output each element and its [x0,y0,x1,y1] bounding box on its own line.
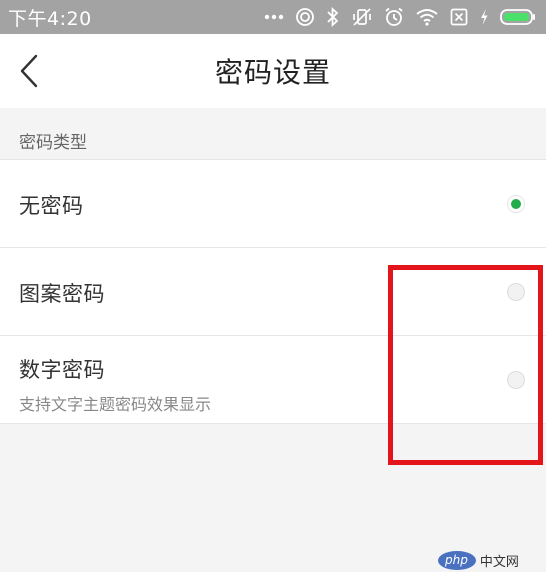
option-numeric-password[interactable]: 数字密码 支持文字主题密码效果显示 [0,336,546,424]
option-pattern-password[interactable]: 图案密码 [0,248,546,336]
battery-icon [500,6,536,28]
chevron-left-icon [20,54,38,88]
charging-icon [479,6,489,28]
watermark: php 中文网 [438,549,519,571]
section-title: 密码类型 [19,133,87,153]
radio-unselected[interactable] [507,371,525,389]
option-subtitle: 支持文字主题密码效果显示 [19,395,212,414]
alarm-icon [384,6,404,28]
option-label: 无密码 [19,194,84,218]
section-header: 密码类型 [0,108,546,160]
nav-bar: 密码设置 [0,34,546,108]
sim-empty-icon [450,6,468,28]
option-no-password[interactable]: 无密码 [0,160,546,248]
watermark-badge: php [438,550,476,570]
option-label: 数字密码 [19,358,105,382]
status-icons [264,6,536,28]
status-bar: 下午4:20 [0,0,546,34]
hotspot-icon [295,6,315,28]
page-title: 密码设置 [214,56,331,89]
watermark-text: 中文网 [479,554,519,570]
bluetooth-icon [326,6,340,28]
vibrate-off-icon [351,6,373,28]
wifi-icon [415,6,439,28]
more-dots-icon [264,6,284,28]
radio-unselected[interactable] [507,283,525,301]
status-time: 下午4:20 [8,7,92,30]
password-type-list: 无密码 图案密码 数字密码 支持文字主题密码效果显示 [0,160,546,424]
radio-selected[interactable] [507,195,525,213]
option-label: 图案密码 [19,282,105,306]
back-button[interactable] [12,50,46,92]
